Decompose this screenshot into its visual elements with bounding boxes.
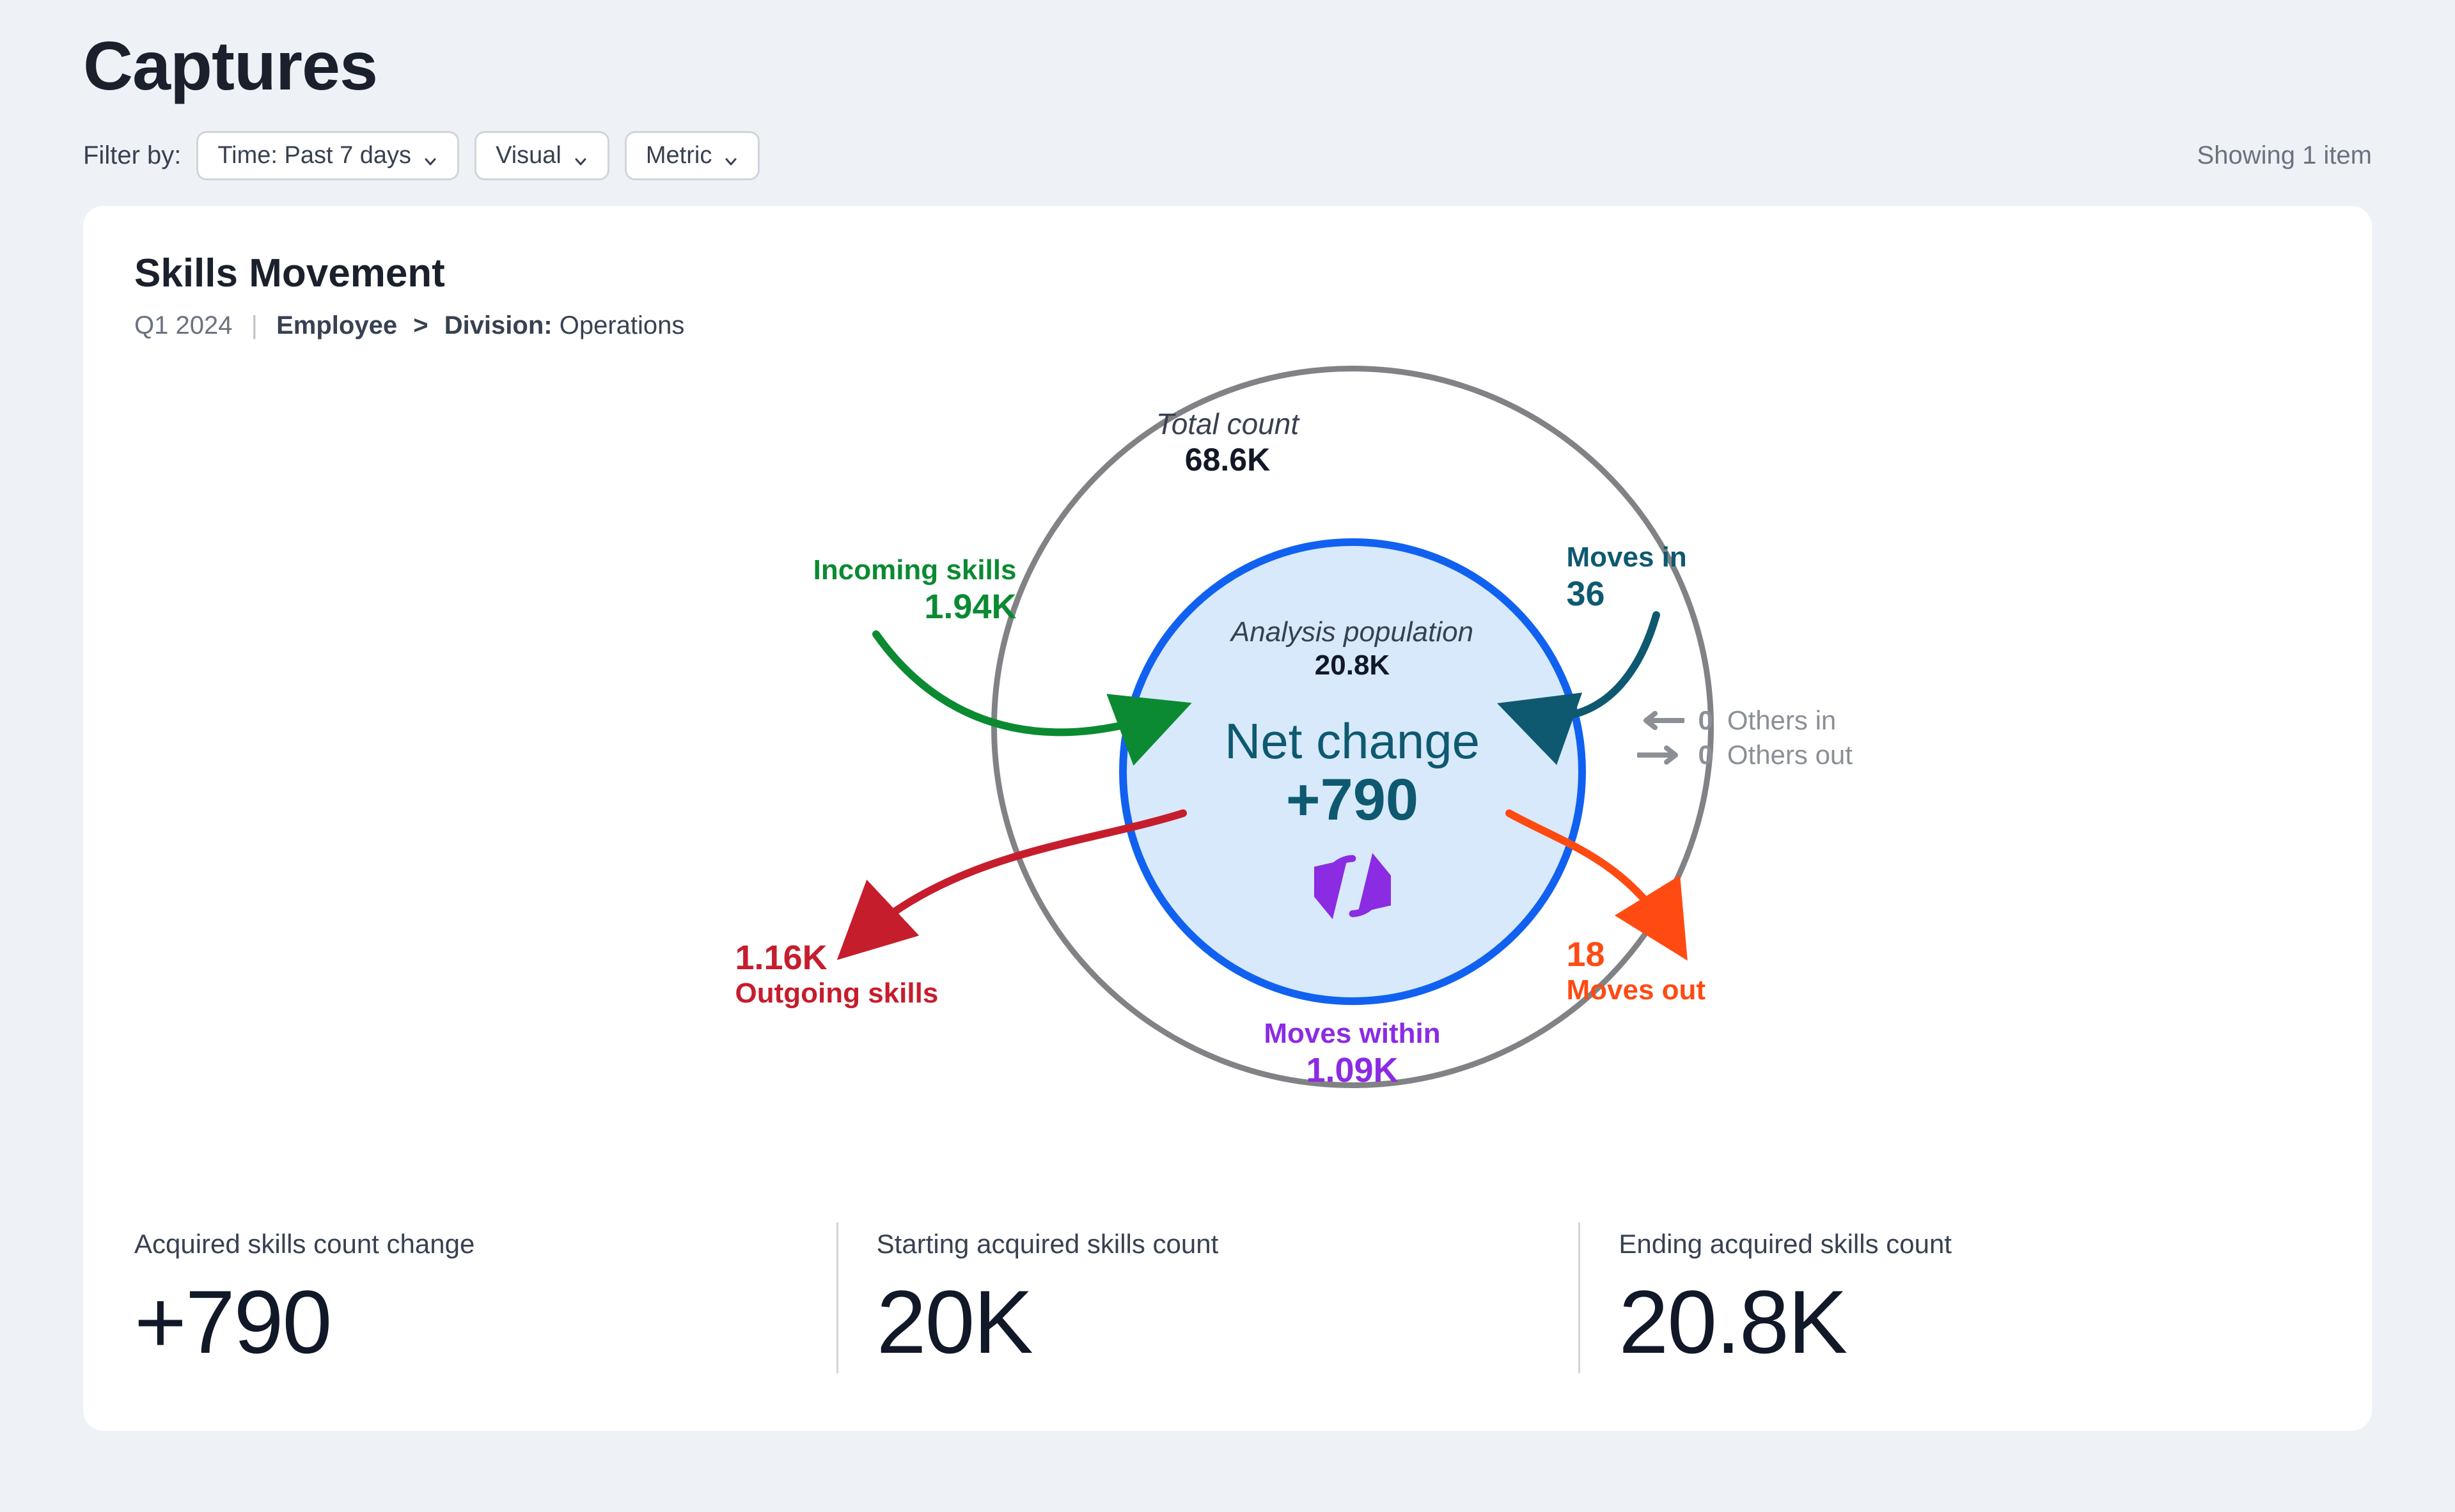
period-label: Q1 2024 (134, 311, 232, 339)
total-count-label: Total count (588, 407, 1867, 441)
stat-start: Starting acquired skills count 20K (836, 1222, 1579, 1373)
card-title: Skills Movement (134, 251, 2321, 296)
others-block: 0 Others in 0 Others out (1637, 701, 1853, 774)
outgoing-skills-label: Outgoing skills (735, 978, 939, 1010)
movement-diagram: Total count 68.6K Analysis population 20… (588, 353, 1867, 1197)
total-count-value: 68.6K (588, 441, 1867, 478)
arrow-right-icon (1637, 745, 1684, 765)
stat-end-label: Ending acquired skills count (1619, 1229, 2282, 1259)
stat-change-label: Acquired skills count change (134, 1229, 798, 1259)
filter-time-label: Time: Past 7 days (217, 142, 411, 169)
stat-start-value: 20K (877, 1277, 1541, 1367)
moves-in-value: 36 (1567, 574, 1687, 614)
others-in-value: 0 (1698, 705, 1713, 736)
chevron-right-icon: > (413, 311, 428, 339)
analysis-population-value: 20.8K (1315, 650, 1390, 682)
total-count-block: Total count 68.6K (588, 407, 1867, 478)
chevron-down-icon (573, 148, 588, 164)
analysis-population-label: Analysis population (1231, 616, 1473, 648)
filter-visual-label: Visual (496, 142, 561, 169)
filter-metric-dropdown[interactable]: Metric (625, 131, 760, 180)
moves-in-callout: Moves in 36 (1567, 542, 1687, 614)
filter-metric-label: Metric (646, 142, 712, 169)
others-out-value: 0 (1698, 740, 1713, 770)
breadcrumb: Q1 2024 | Employee > Division: Operation… (134, 311, 2321, 340)
incoming-skills-label: Incoming skills (748, 554, 1017, 587)
incoming-skills-value: 1.94K (748, 587, 1017, 627)
stat-end-value: 20.8K (1619, 1277, 2282, 1367)
moves-within-value: 1.09K (1215, 1050, 1490, 1090)
others-out-label: Others out (1727, 740, 1853, 770)
stat-start-label: Starting acquired skills count (877, 1229, 1541, 1259)
filter-time-dropdown[interactable]: Time: Past 7 days (196, 131, 459, 180)
moves-in-label: Moves in (1567, 542, 1687, 574)
incoming-arrow (863, 621, 1189, 768)
incoming-skills-callout: Incoming skills 1.94K (748, 554, 1017, 627)
filter-by-label: Filter by: (83, 141, 181, 170)
cycle-icon (1314, 848, 1391, 924)
breadcrumb-dim-label: Division: (444, 311, 553, 339)
others-in-row: 0 Others in (1637, 705, 1853, 736)
breadcrumb-root[interactable]: Employee (276, 311, 397, 339)
showing-count: Showing 1 item (2197, 141, 2372, 170)
stat-change: Acquired skills count change +790 (134, 1222, 836, 1373)
moves-within-label: Moves within (1215, 1018, 1490, 1050)
moves-within-callout: Moves within 1.09K (1215, 1018, 1490, 1090)
net-change-value: +790 (1286, 767, 1418, 834)
movement-card: Skills Movement Q1 2024 | Employee > Div… (83, 206, 2372, 1431)
moves-out-arrow (1496, 788, 1701, 960)
stat-end: Ending acquired skills count 20.8K (1578, 1222, 2321, 1373)
arrow-left-icon (1637, 711, 1684, 730)
others-in-label: Others in (1727, 705, 1836, 736)
page-title: Captures (83, 26, 2372, 105)
outgoing-arrow (838, 794, 1196, 960)
chevron-down-icon (423, 148, 438, 164)
filter-bar: Filter by: Time: Past 7 days Visual Metr… (83, 131, 2372, 180)
chevron-down-icon (723, 148, 739, 164)
moves-out-label: Moves out (1567, 974, 1706, 1007)
net-change-label: Net change (1225, 712, 1480, 770)
stat-change-value: +790 (134, 1277, 798, 1367)
filter-visual-dropdown[interactable]: Visual (475, 131, 609, 180)
breadcrumb-dim-value-text: Operations (560, 311, 685, 339)
breadcrumb-separator: | (251, 311, 258, 339)
others-out-row: 0 Others out (1637, 740, 1853, 770)
stats-row: Acquired skills count change +790 Starti… (134, 1222, 2321, 1373)
